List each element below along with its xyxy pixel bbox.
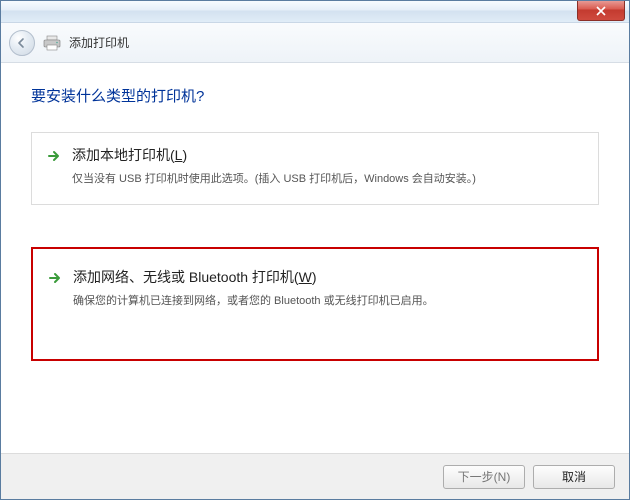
option-local-title: 添加本地打印机(L) (72, 145, 476, 165)
option-local-printer[interactable]: 添加本地打印机(L) 仅当没有 USB 打印机时使用此选项。(插入 USB 打印… (31, 132, 599, 205)
back-button[interactable] (9, 30, 35, 56)
option-network-title-key: W (299, 269, 312, 285)
option-local-title-pre: 添加本地打印机( (72, 147, 175, 163)
cancel-button[interactable]: 取消 (533, 465, 615, 489)
option-local-title-post: ) (182, 147, 187, 163)
header-title: 添加打印机 (69, 34, 129, 51)
option-network-title-pre: 添加网络、无线或 Bluetooth 打印机( (73, 269, 299, 285)
option-local-desc: 仅当没有 USB 打印机时使用此选项。(插入 USB 打印机后，Windows … (72, 171, 476, 188)
close-icon (596, 6, 606, 16)
content-area: 要安装什么类型的打印机? 添加本地打印机(L) 仅当没有 USB 打印机时使用此… (1, 63, 629, 361)
add-printer-dialog: 添加打印机 要安装什么类型的打印机? 添加本地打印机(L) 仅当没有 USB 打… (0, 0, 630, 500)
page-heading: 要安装什么类型的打印机? (31, 85, 599, 106)
option-network-printer[interactable]: 添加网络、无线或 Bluetooth 打印机(W) 确保您的计算机已连接到网络，… (31, 247, 599, 362)
arrow-right-icon (47, 270, 63, 286)
option-network-title-post: ) (312, 269, 317, 285)
option-network-desc: 确保您的计算机已连接到网络，或者您的 Bluetooth 或无线打印机已启用。 (73, 293, 434, 310)
printer-icon (43, 35, 61, 51)
option-network-title: 添加网络、无线或 Bluetooth 打印机(W) (73, 267, 434, 287)
header-bar: 添加打印机 (1, 23, 629, 63)
arrow-right-icon (46, 148, 62, 164)
next-button[interactable]: 下一步(N) (443, 465, 525, 489)
footer-bar: 下一步(N) 取消 (1, 453, 629, 499)
titlebar (1, 1, 629, 23)
close-button[interactable] (577, 1, 625, 21)
back-arrow-icon (16, 37, 28, 49)
